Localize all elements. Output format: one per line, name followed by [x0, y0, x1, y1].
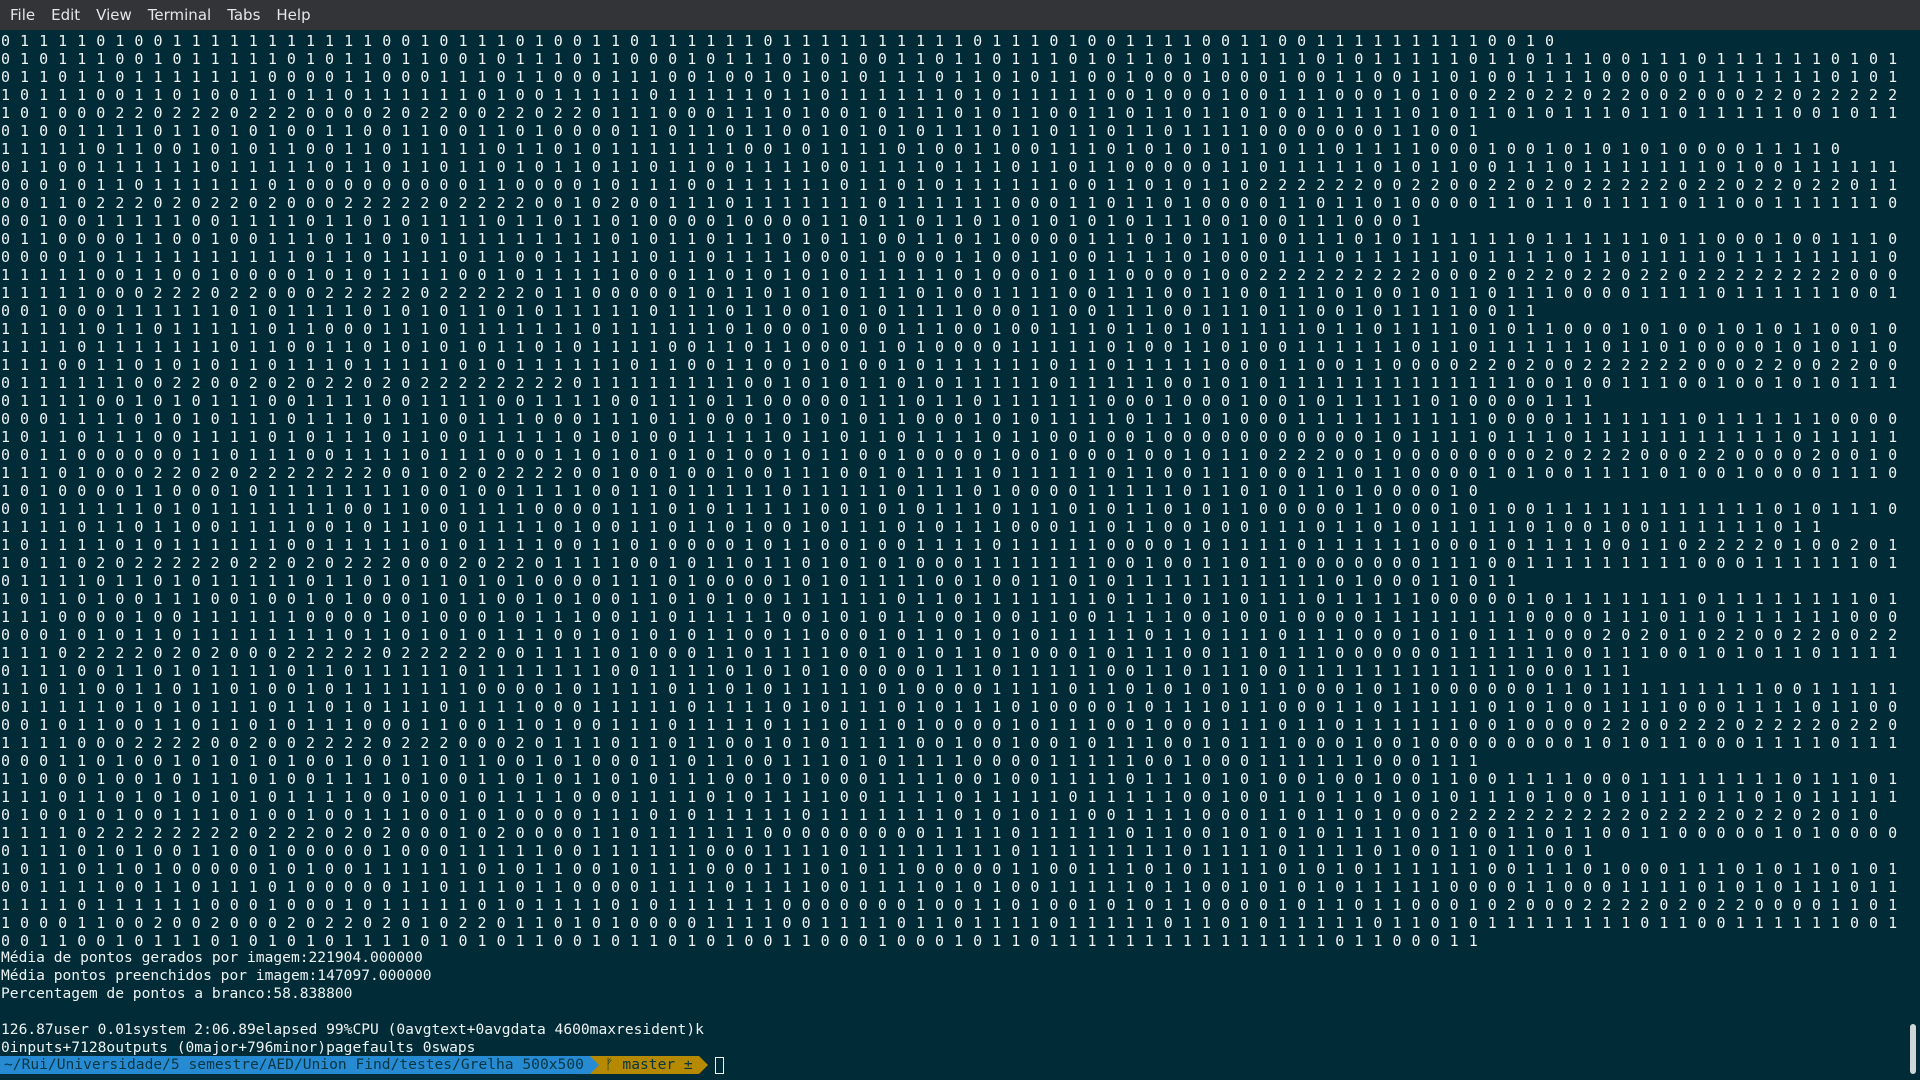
grid-output-line: 0 1 0 1 1 1 0 0 1 0 1 1 1 1 1 0 1 0 1 1 … — [1, 50, 1906, 68]
grid-output-line: 0 1 1 1 1 0 1 1 0 1 0 1 1 1 1 1 0 1 1 0 … — [1, 572, 1517, 590]
grid-output-line: 1 0 1 0 0 0 2 2 0 2 2 2 0 2 2 2 0 0 0 0 … — [1, 104, 1906, 122]
grid-output-line: 0 0 0 1 1 1 1 0 1 0 1 0 1 1 1 0 1 1 1 0 … — [1, 410, 1906, 428]
grid-output-line: 0 0 0 0 1 0 1 1 1 1 1 1 1 1 1 1 0 1 1 0 … — [1, 248, 1906, 266]
prompt-separator-icon — [698, 1056, 708, 1074]
grid-output-line: 1 0 0 0 1 1 0 0 2 0 0 2 0 0 0 2 0 2 2 0 … — [1, 914, 1906, 932]
grid-output-line: 1 1 1 1 0 0 0 2 2 2 2 0 0 2 0 0 2 2 2 2 … — [1, 734, 1906, 752]
grid-output-line: 0 0 1 1 1 1 0 0 1 1 0 1 1 1 0 1 0 0 0 0 … — [1, 878, 1906, 896]
scrollbar-thumb[interactable] — [1910, 1024, 1916, 1074]
grid-output-line: 0 1 1 1 1 0 1 0 0 1 1 1 1 1 1 1 1 1 1 1 … — [1, 32, 1555, 50]
grid-output-line: 1 1 0 0 0 1 0 0 1 0 1 1 1 0 1 0 0 1 1 1 … — [1, 770, 1906, 788]
menu-tabs[interactable]: Tabs — [219, 0, 268, 30]
grid-output-line: 1 1 1 1 0 1 1 0 1 1 0 0 1 1 1 1 0 0 1 0 … — [1, 518, 1822, 536]
grid-output-line: 1 1 1 1 0 1 1 1 1 1 1 0 0 0 1 0 0 0 1 0 … — [1, 896, 1898, 914]
grid-output-line: 1 0 1 1 0 1 0 0 1 1 1 0 0 1 0 0 1 0 1 0 … — [1, 590, 1906, 608]
grid-output-line: 0 0 1 0 1 1 0 0 1 1 0 1 1 0 1 0 1 1 1 0 … — [1, 716, 1906, 734]
terminal-cursor — [714, 1056, 724, 1074]
grid-output-line: 1 1 1 0 1 1 0 1 0 1 0 1 0 1 0 1 1 1 1 0 … — [1, 788, 1906, 806]
grid-output-line: 1 1 1 1 1 0 0 1 1 0 0 1 0 0 0 0 1 0 1 0 … — [1, 266, 1906, 284]
grid-output-line: 0 1 1 1 1 0 0 1 0 1 0 1 1 1 0 0 1 1 1 1 … — [1, 392, 1593, 410]
menu-file[interactable]: File — [2, 0, 43, 30]
terminal-output[interactable]: 0 1 1 1 1 0 1 0 0 1 1 1 1 1 1 1 1 1 1 1 … — [0, 30, 1906, 1080]
grid-output-line: 0 1 0 0 1 1 1 1 0 1 1 0 1 0 1 0 0 1 1 0 … — [1, 122, 1479, 140]
grid-output-line: 0 1 1 0 1 1 0 1 1 1 1 1 1 1 0 0 0 0 1 1 … — [1, 68, 1906, 86]
grid-output-line: 1 1 1 1 0 1 1 1 1 1 1 1 0 1 1 0 0 1 1 0 … — [1, 338, 1906, 356]
menu-bar: File Edit View Terminal Tabs Help — [0, 0, 1920, 30]
time-output-line: 0inputs+7128outputs (0major+796minor)pag… — [1, 1039, 476, 1056]
shell-prompt[interactable]: ~/Rui/Universidade/5 semestre/AED/Union … — [0, 1056, 724, 1074]
grid-output-line: 1 0 1 1 0 1 1 1 0 0 1 1 1 1 0 1 0 1 1 1 … — [1, 428, 1906, 446]
grid-output-line: 1 1 0 1 1 0 0 1 1 0 1 1 0 1 0 0 1 0 1 1 … — [1, 680, 1906, 698]
grid-output-line: 1 1 1 1 0 2 2 2 2 2 2 2 2 0 2 2 2 0 2 0 … — [1, 824, 1906, 842]
grid-output-line: 0 0 1 0 0 0 1 1 1 1 1 1 0 1 0 1 1 1 1 0 … — [1, 302, 1536, 320]
grid-output-line: 0 1 1 1 1 1 1 0 0 2 2 0 0 2 0 2 0 2 2 0 … — [1, 374, 1906, 392]
time-output-line: 126.87user 0.01system 2:06.89elapsed 99%… — [1, 1021, 704, 1038]
grid-output-line: 1 1 1 0 2 2 2 2 0 2 0 2 0 0 0 2 2 2 2 2 … — [1, 644, 1906, 662]
grid-output-line: 1 0 1 0 0 0 0 1 1 0 0 0 1 0 1 1 1 1 1 1 … — [1, 482, 1479, 500]
menu-edit[interactable]: Edit — [43, 0, 88, 30]
grid-output-line: 0 0 1 1 0 0 1 0 1 1 1 0 1 0 1 0 1 0 1 1 … — [1, 932, 1479, 950]
grid-output-line: 0 0 1 1 1 1 1 1 0 1 0 1 1 1 1 1 1 1 0 0 … — [1, 500, 1906, 518]
terminal-scrollbar[interactable] — [1906, 30, 1920, 1080]
grid-output-line: 1 1 1 0 0 0 0 1 0 0 1 1 1 1 1 1 0 0 0 0 … — [1, 608, 1906, 626]
prompt-separator-icon — [589, 1056, 599, 1074]
grid-output-line: 0 0 1 0 0 1 1 1 1 1 0 0 1 1 1 1 0 1 1 0 … — [1, 212, 1422, 230]
grid-output-line: 0 1 1 1 0 0 1 1 0 1 0 1 1 1 1 0 1 1 0 1 … — [1, 662, 1631, 680]
grid-output-line: 0 0 0 1 0 1 0 1 1 0 1 1 1 1 1 1 1 1 0 1 … — [1, 626, 1906, 644]
grid-output-line: 0 0 0 1 1 0 1 0 0 1 0 1 0 1 0 1 0 0 1 0 … — [1, 752, 1479, 770]
menu-terminal[interactable]: Terminal — [140, 0, 219, 30]
stat-avg-generated: Média de pontos gerados por imagem:22190… — [1, 949, 423, 966]
grid-output-line: 0 1 0 0 1 0 1 0 0 1 1 1 0 1 0 0 1 0 0 1 … — [1, 806, 1879, 824]
grid-output-line: 1 1 1 1 1 0 1 1 0 0 1 0 1 0 1 1 0 0 1 1 … — [1, 140, 1841, 158]
stat-avg-filled: Média pontos preenchidos por imagem:1470… — [1, 967, 432, 984]
prompt-path: ~/Rui/Universidade/5 semestre/AED/Union … — [0, 1056, 590, 1074]
prompt-git-branch: ᚠ master ± — [598, 1056, 699, 1074]
menu-help[interactable]: Help — [268, 0, 318, 30]
grid-output-line: 1 1 1 0 0 1 1 0 1 0 1 0 1 1 0 1 1 1 0 1 … — [1, 356, 1906, 374]
grid-output-line: 1 0 1 1 1 1 0 1 0 1 1 1 1 1 1 0 0 1 1 1 … — [1, 536, 1906, 554]
grid-output-line: 1 0 1 1 0 1 1 0 1 0 0 0 0 0 1 0 1 0 0 1 … — [1, 860, 1898, 878]
grid-output-line: 0 1 1 0 0 1 1 1 1 1 1 0 1 1 1 1 1 0 1 1 … — [1, 158, 1906, 176]
grid-output-line: 0 1 1 1 1 1 0 1 0 1 0 1 1 1 0 1 1 0 1 0 … — [1, 698, 1906, 716]
grid-output-line: 0 0 1 1 0 0 0 0 0 0 1 1 0 1 1 1 0 0 1 1 … — [1, 446, 1906, 464]
grid-output-line: 0 0 1 1 0 2 2 2 0 2 0 2 2 0 2 0 0 0 2 2 … — [1, 194, 1906, 212]
grid-output-line: 0 1 1 1 0 1 0 1 0 0 1 1 0 0 1 0 0 0 0 0 … — [1, 842, 1593, 860]
stat-white-percentage: Percentagem de pontos a branco:58.838800 — [1, 985, 353, 1002]
grid-output-line: 1 1 1 1 1 0 0 0 2 2 2 0 2 2 0 0 0 2 2 2 … — [1, 284, 1906, 302]
grid-output-line: 1 1 1 0 1 0 0 0 2 2 0 2 0 2 2 2 2 2 2 2 … — [1, 464, 1906, 482]
grid-output-line: 0 0 0 1 0 1 1 0 1 1 1 1 1 1 0 1 0 0 0 0 … — [1, 176, 1898, 194]
grid-output-line: 1 1 1 1 1 0 1 1 0 1 1 1 1 1 0 1 1 0 0 0 … — [1, 320, 1906, 338]
grid-output-line: 1 0 1 1 1 0 0 1 1 0 1 0 0 1 1 0 1 1 0 1 … — [1, 86, 1906, 104]
grid-output-line: 0 1 1 0 0 0 0 1 1 0 0 1 0 0 1 1 1 0 1 1 … — [1, 230, 1906, 248]
menu-view[interactable]: View — [88, 0, 140, 30]
grid-output-line: 1 0 1 1 0 2 0 2 2 2 2 2 0 2 2 0 2 0 2 2 … — [1, 554, 1898, 572]
